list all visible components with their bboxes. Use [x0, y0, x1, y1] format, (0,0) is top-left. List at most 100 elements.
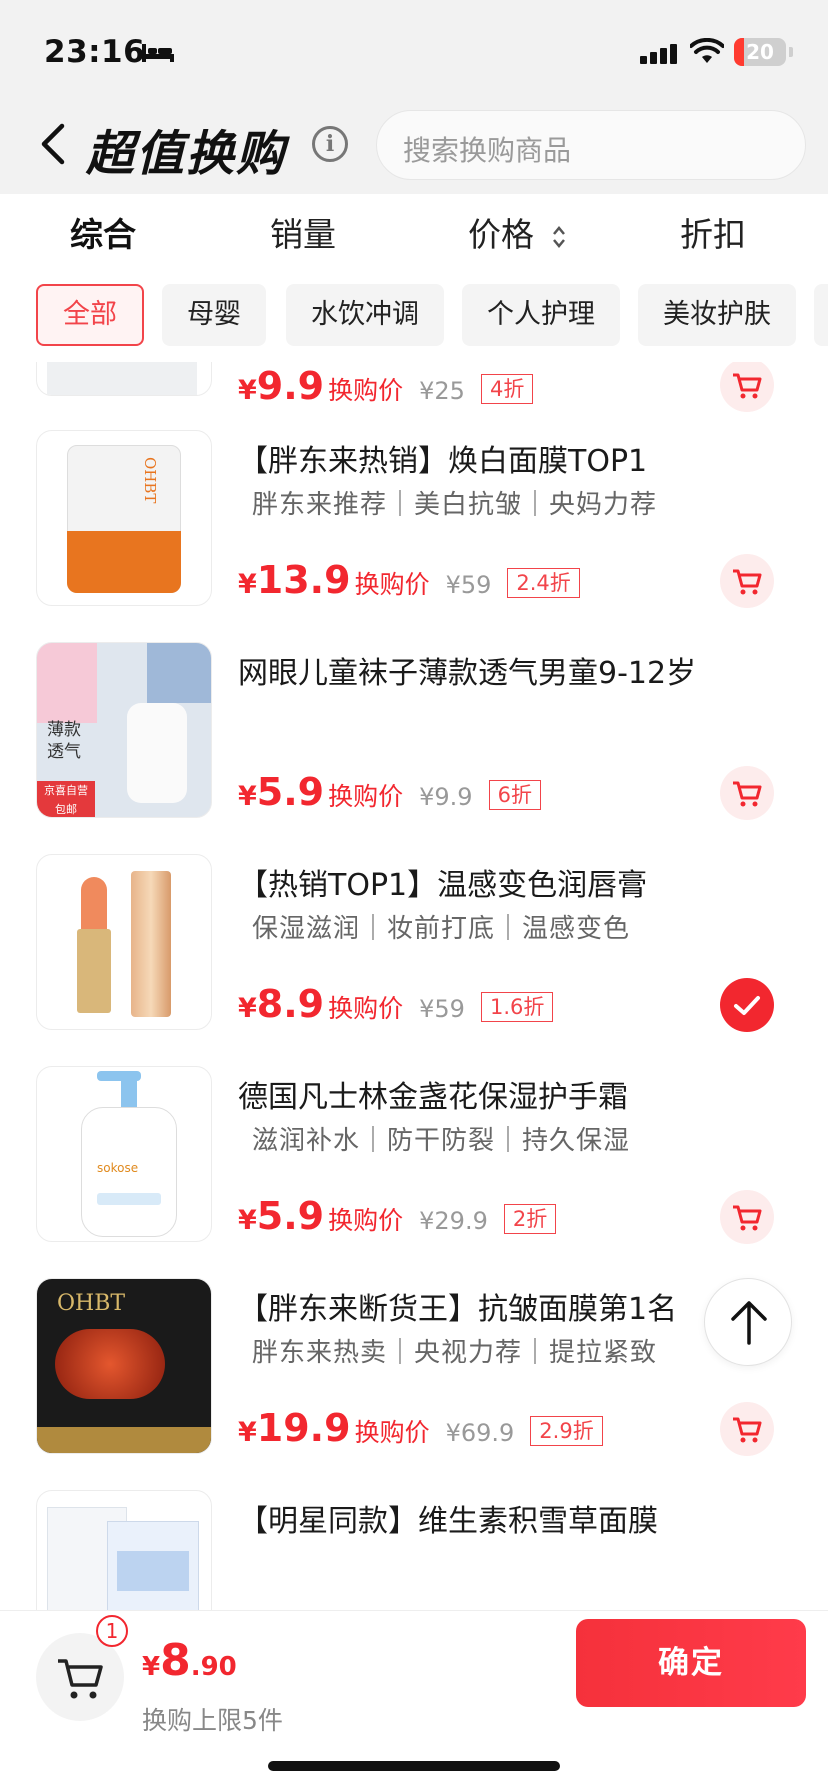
total-decimal: .90	[190, 1652, 237, 1682]
sort-tab-discount[interactable]: 折扣	[680, 208, 746, 256]
price-row: ¥19.9 换购价 ¥69.9 2.9折	[238, 1406, 603, 1456]
search-input[interactable]: 搜索换购商品	[376, 110, 806, 180]
sort-tab-price-label: 价格	[468, 215, 534, 254]
check-icon	[734, 996, 760, 1015]
total-integer: 8	[160, 1635, 191, 1686]
original-price: ¥29.9	[419, 1207, 488, 1235]
discount-badge: 2.4折	[507, 568, 580, 598]
product-image: OHBT	[36, 430, 212, 606]
price-row: ¥5.9 换购价 ¥29.9 2折	[238, 1194, 557, 1244]
product-image	[36, 854, 212, 1030]
category-chip-beverages[interactable]: 水饮冲调	[286, 284, 444, 346]
thumb-brand: OHBT	[57, 1291, 126, 1316]
add-to-cart-button[interactable]	[720, 1190, 774, 1244]
original-price: ¥59	[445, 571, 492, 599]
info-icon[interactable]: i	[312, 126, 348, 162]
cart-count-badge: 1	[96, 1615, 128, 1647]
product-item[interactable]: OHBT 【胖东来断货王】抗皱面膜第1名 胖东来热卖｜央视力荐｜提拉紧致 ¥19…	[0, 1278, 828, 1490]
category-chip-baby[interactable]: 母婴	[162, 284, 266, 346]
status-time: 23:16	[44, 34, 146, 70]
search-placeholder: 搜索换购商品	[403, 134, 572, 167]
product-item[interactable]: 【热销TOP1】温感变色润唇膏 保湿滋润｜妆前打底｜温感变色 ¥8.9 换购价 ¥5…	[0, 854, 828, 1066]
thumb-text-breathable: 透气	[47, 742, 81, 762]
total-currency: ¥	[142, 1652, 161, 1682]
product-image	[36, 1490, 212, 1610]
discount-badge: 2折	[503, 1204, 557, 1234]
product-item[interactable]: sokose 德国凡士林金盏花保湿护手霜 滋润补水｜防干防裂｜持久保湿 ¥5.9…	[0, 1066, 828, 1278]
cart-icon	[733, 781, 762, 807]
product-tags: 滋润补水｜防干防裂｜持久保湿	[252, 1126, 631, 1156]
original-price: ¥9.9	[419, 783, 473, 811]
product-item[interactable]: ¥9.9 换购价 ¥25 4折	[0, 362, 828, 424]
sort-tab-sales[interactable]: 销量	[270, 208, 336, 256]
battery-percent: 20	[746, 40, 774, 64]
total-price: ¥8.90	[142, 1635, 237, 1686]
add-to-cart-button[interactable]	[720, 554, 774, 608]
thumb-badge-line2: 包邮	[55, 803, 77, 816]
product-image	[36, 362, 212, 396]
discount-badge: 4折	[480, 374, 534, 404]
back-arrow-icon[interactable]	[36, 120, 70, 168]
sort-arrows-icon	[552, 225, 565, 248]
price-row: ¥8.9 换购价 ¥59 1.6折	[238, 982, 554, 1032]
top-area: 23:16 20 超值换购 i 搜索换购商品	[0, 0, 828, 194]
original-price: ¥25	[419, 377, 465, 405]
scroll-to-top-button[interactable]	[704, 1278, 792, 1366]
price-label: 换购价	[354, 1418, 430, 1447]
sort-tab-price[interactable]: 价格	[468, 208, 567, 256]
add-to-cart-button[interactable]	[720, 1402, 774, 1456]
product-tags: 胖东来推荐｜美白抗皱｜央妈力荐	[252, 490, 658, 520]
cart-icon	[733, 1417, 762, 1443]
confirm-button[interactable]: 确定	[576, 1619, 806, 1707]
category-chips: 全部 母婴 水饮冲调 个人护理 美妆护肤	[0, 282, 828, 348]
sort-bar: 综合 销量 价格 折扣	[0, 194, 828, 268]
arrow-up-icon	[731, 1301, 767, 1345]
product-tags: 胖东来热卖｜央视力荐｜提拉紧致	[252, 1338, 658, 1368]
exchange-price: 9.9	[256, 364, 325, 408]
thumb-badge-line1: 京喜自营	[44, 784, 88, 797]
category-chip-personal-care[interactable]: 个人护理	[462, 284, 620, 346]
wifi-icon	[690, 38, 724, 63]
price-currency: ¥	[238, 993, 257, 1024]
price-currency: ¥	[238, 1417, 257, 1448]
cart-icon	[733, 1205, 762, 1231]
selected-checkbox[interactable]	[720, 978, 774, 1032]
price-currency: ¥	[238, 375, 257, 406]
price-row: ¥9.9 换购价 ¥25 4折	[238, 364, 534, 414]
price-label: 换购价	[328, 782, 404, 811]
category-chip-more[interactable]	[814, 284, 828, 346]
product-name: 【胖东来热销】焕白面膜TOP1	[238, 444, 648, 479]
battery-indicator: 20	[734, 38, 786, 66]
sort-tab-comprehensive[interactable]: 综合	[70, 208, 136, 256]
discount-badge: 6折	[488, 780, 541, 810]
add-to-cart-button[interactable]	[720, 766, 774, 820]
price-label: 换购价	[354, 570, 430, 599]
product-name: 【热销TOP1】温感变色润唇膏	[238, 868, 648, 903]
price-currency: ¥	[238, 569, 257, 600]
cart-icon	[733, 569, 762, 595]
product-name: 德国凡士林金盏花保湿护手霜	[238, 1080, 628, 1115]
price-currency: ¥	[238, 781, 257, 812]
category-chip-all[interactable]: 全部	[36, 284, 144, 346]
bottom-bar: 1 ¥8.90 换购上限5件 确定	[0, 1610, 828, 1792]
product-item[interactable]: OHBT 【胖东来热销】焕白面膜TOP1 胖东来推荐｜美白抗皱｜央妈力荐 ¥13…	[0, 430, 828, 642]
category-chip-beauty[interactable]: 美妆护肤	[638, 284, 796, 346]
product-item[interactable]: 薄款 透气 京喜自营 包邮 网眼儿童袜子薄款透气男童9-12岁 ¥5.9 换购价 ¥…	[0, 642, 828, 854]
product-image: sokose	[36, 1066, 212, 1242]
add-to-cart-button[interactable]	[720, 362, 774, 412]
home-indicator	[268, 1761, 560, 1771]
exchange-limit-text: 换购上限5件	[142, 1706, 283, 1735]
price-label: 换购价	[328, 1206, 404, 1235]
price-row: ¥5.9 换购价 ¥9.9 6折	[238, 770, 541, 820]
battery-tip	[789, 47, 793, 57]
product-item[interactable]: 【明星同款】维生素积雪草面膜	[0, 1490, 828, 1610]
exchange-price: 19.9	[256, 1406, 351, 1450]
exchange-price: 8.9	[256, 982, 325, 1026]
product-name: 【胖东来断货王】抗皱面膜第1名	[238, 1292, 678, 1327]
sleep-mode-icon	[142, 44, 174, 62]
product-image: 薄款 透气 京喜自营 包邮	[36, 642, 212, 818]
exchange-price: 5.9	[256, 770, 325, 814]
price-label: 换购价	[328, 994, 404, 1023]
thumb-brand: sokose	[97, 1161, 139, 1175]
cellular-signal-icon	[640, 44, 677, 64]
